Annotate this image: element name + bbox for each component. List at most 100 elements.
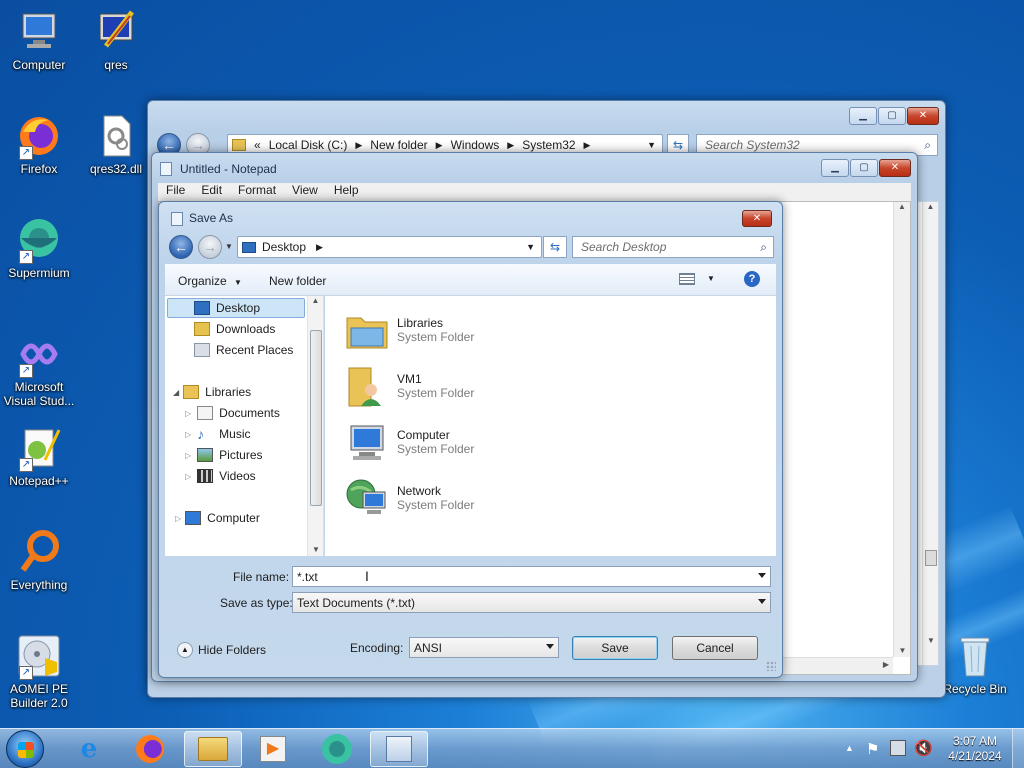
- chevron-down-icon[interactable]: ▼: [647, 140, 656, 150]
- recent-pages-chevron-icon[interactable]: ▼: [225, 242, 233, 251]
- chevron-down-icon[interactable]: [546, 644, 554, 649]
- list-item-vm1[interactable]: VM1 System Folder: [343, 360, 474, 412]
- refresh-icon[interactable]: ⇆: [543, 236, 567, 258]
- breadcrumb-new-folder[interactable]: New folder: [370, 138, 427, 152]
- save-as-forward-button[interactable]: →: [198, 235, 222, 259]
- encoding-select[interactable]: ANSI: [409, 637, 559, 658]
- save-as-back-button[interactable]: ←: [169, 235, 193, 259]
- explorer-scrollbar[interactable]: ▲ ▼: [922, 202, 938, 665]
- taskbar-explorer[interactable]: [184, 731, 242, 767]
- notepad-minimize-button[interactable]: ▁: [821, 159, 849, 177]
- menu-edit[interactable]: Edit: [201, 183, 222, 201]
- save-as-close-button[interactable]: ✕: [742, 210, 772, 227]
- taskbar-notepad[interactable]: [370, 731, 428, 767]
- chevron-down-icon[interactable]: ▼: [707, 274, 715, 283]
- organize-button[interactable]: Organize ▼: [178, 274, 242, 288]
- explorer-maximize-button[interactable]: ▢: [878, 107, 906, 125]
- start-button[interactable]: [6, 730, 44, 768]
- chevron-down-icon[interactable]: [758, 599, 766, 604]
- save-as-address-bar[interactable]: Desktop ▶ ▼: [237, 236, 542, 258]
- desktop-icon-everything[interactable]: Everything: [1, 528, 77, 592]
- scroll-thumb[interactable]: [310, 330, 322, 506]
- nav-item-pictures[interactable]: ▷ Pictures: [185, 445, 263, 465]
- desktop-icon-supermium[interactable]: ↗ Supermium: [1, 216, 77, 280]
- desktop-icon-firefox[interactable]: ↗ Firefox: [1, 112, 77, 176]
- new-folder-button[interactable]: New folder: [269, 274, 326, 288]
- scroll-down-icon[interactable]: ▼: [894, 646, 911, 655]
- menu-format[interactable]: Format: [238, 183, 276, 201]
- desktop-icon-recycle-bin[interactable]: Recycle Bin: [937, 632, 1013, 696]
- navigation-pane[interactable]: Desktop Downloads Recent Places ◢ Librar…: [165, 296, 324, 556]
- nav-item-recent-places[interactable]: Recent Places: [194, 340, 293, 360]
- nav-item-libraries[interactable]: ◢ Libraries: [173, 382, 251, 402]
- nav-item-videos[interactable]: ▷ Videos: [185, 466, 256, 486]
- save-as-dialog[interactable]: Save As ✕ ← → ▼ Desktop ▶ ▼ ⇆ Search Des…: [158, 201, 783, 678]
- show-desktop-button[interactable]: [1012, 729, 1024, 768]
- notepad-vscroll[interactable]: ▲ ▼: [893, 202, 910, 657]
- scroll-up-icon[interactable]: ▲: [923, 202, 938, 211]
- breadcrumb-windows[interactable]: Windows: [451, 138, 500, 152]
- list-item-network[interactable]: Network System Folder: [343, 472, 474, 524]
- file-list-pane[interactable]: Libraries System Folder VM1 System Folder …: [325, 296, 776, 556]
- help-icon[interactable]: ?: [744, 271, 760, 287]
- collapse-arrow-icon[interactable]: ▷: [185, 472, 191, 481]
- collapse-arrow-icon[interactable]: ▷: [185, 451, 191, 460]
- notepad-close-button[interactable]: ✕: [879, 159, 911, 177]
- scroll-down-icon[interactable]: ▼: [923, 636, 939, 645]
- nav-item-computer[interactable]: ▷ Computer: [175, 508, 260, 528]
- desktop-icon-aomei[interactable]: ↗ AOMEI PE Builder 2.0: [1, 632, 77, 710]
- save-type-select[interactable]: Text Documents (*.txt): [292, 592, 771, 613]
- chevron-down-icon[interactable]: [758, 573, 766, 578]
- resize-grip-icon[interactable]: [766, 661, 776, 671]
- taskbar-firefox[interactable]: [121, 731, 179, 767]
- scroll-right-icon[interactable]: ▶: [883, 660, 889, 669]
- desktop-icon-qres[interactable]: qres: [78, 8, 154, 72]
- location-desktop[interactable]: Desktop: [262, 240, 306, 254]
- breadcrumb-system32[interactable]: System32: [522, 138, 575, 152]
- taskbar-media-player[interactable]: ▶: [244, 731, 302, 767]
- explorer-minimize-button[interactable]: ▁: [849, 107, 877, 125]
- breadcrumb-local-disk[interactable]: Local Disk (C:): [269, 138, 348, 152]
- menu-view[interactable]: View: [292, 183, 318, 201]
- volume-muted-icon[interactable]: 🔇: [914, 739, 933, 757]
- breadcrumb-overflow[interactable]: «: [254, 138, 261, 152]
- collapse-arrow-icon[interactable]: ▷: [185, 430, 191, 439]
- hide-folders-button[interactable]: ▲ Hide Folders: [177, 642, 266, 658]
- chevron-down-icon[interactable]: ▼: [526, 242, 535, 252]
- menu-file[interactable]: File: [166, 183, 185, 201]
- notepad-maximize-button[interactable]: ▢: [850, 159, 878, 177]
- taskbar-supermium[interactable]: [308, 731, 366, 767]
- action-center-flag-icon[interactable]: ⚑: [866, 740, 879, 758]
- expand-arrow-icon[interactable]: ◢: [173, 388, 179, 397]
- nav-item-music[interactable]: ▷ ♪ Music: [185, 424, 251, 444]
- desktop-icon-visual-studio[interactable]: ↗ Microsoft Visual Stud...: [1, 330, 77, 408]
- nav-pane-scrollbar[interactable]: ▲ ▼: [307, 296, 323, 556]
- libraries-icon: [183, 385, 200, 399]
- menu-help[interactable]: Help: [334, 183, 359, 201]
- desktop-icon-qres32dll[interactable]: qres32.dll: [78, 112, 154, 176]
- save-button[interactable]: Save: [572, 636, 658, 660]
- nav-item-documents[interactable]: ▷ Documents: [185, 403, 280, 423]
- scroll-thumb[interactable]: [925, 550, 937, 566]
- cancel-button[interactable]: Cancel: [672, 636, 758, 660]
- show-hidden-icons-icon[interactable]: ▲: [845, 743, 854, 753]
- clock[interactable]: 3:07 AM 4/21/2024: [940, 734, 1010, 764]
- explorer-close-button[interactable]: ✕: [907, 107, 939, 125]
- scroll-up-icon[interactable]: ▲: [894, 202, 910, 211]
- save-as-search-input[interactable]: Search Desktop ⌕: [572, 236, 774, 258]
- list-item-libraries[interactable]: Libraries System Folder: [343, 304, 474, 356]
- view-options-icon[interactable]: [679, 273, 695, 285]
- list-item-computer[interactable]: Computer System Folder: [343, 416, 474, 468]
- collapse-arrow-icon[interactable]: ▷: [175, 514, 181, 523]
- desktop-icon-notepadpp[interactable]: ↗ Notepad++: [1, 424, 77, 488]
- recycle-bin-icon: [951, 632, 999, 680]
- network-tray-icon[interactable]: [890, 740, 906, 756]
- collapse-arrow-icon[interactable]: ▷: [185, 409, 191, 418]
- taskbar-ie[interactable]: e: [60, 731, 118, 767]
- nav-item-downloads[interactable]: Downloads: [194, 319, 275, 339]
- nav-item-desktop[interactable]: Desktop: [167, 298, 305, 318]
- scroll-down-icon[interactable]: ▼: [308, 545, 323, 554]
- file-name-input[interactable]: *.txt I: [292, 566, 771, 587]
- scroll-up-icon[interactable]: ▲: [308, 296, 323, 305]
- desktop-icon-computer[interactable]: Computer: [1, 8, 77, 72]
